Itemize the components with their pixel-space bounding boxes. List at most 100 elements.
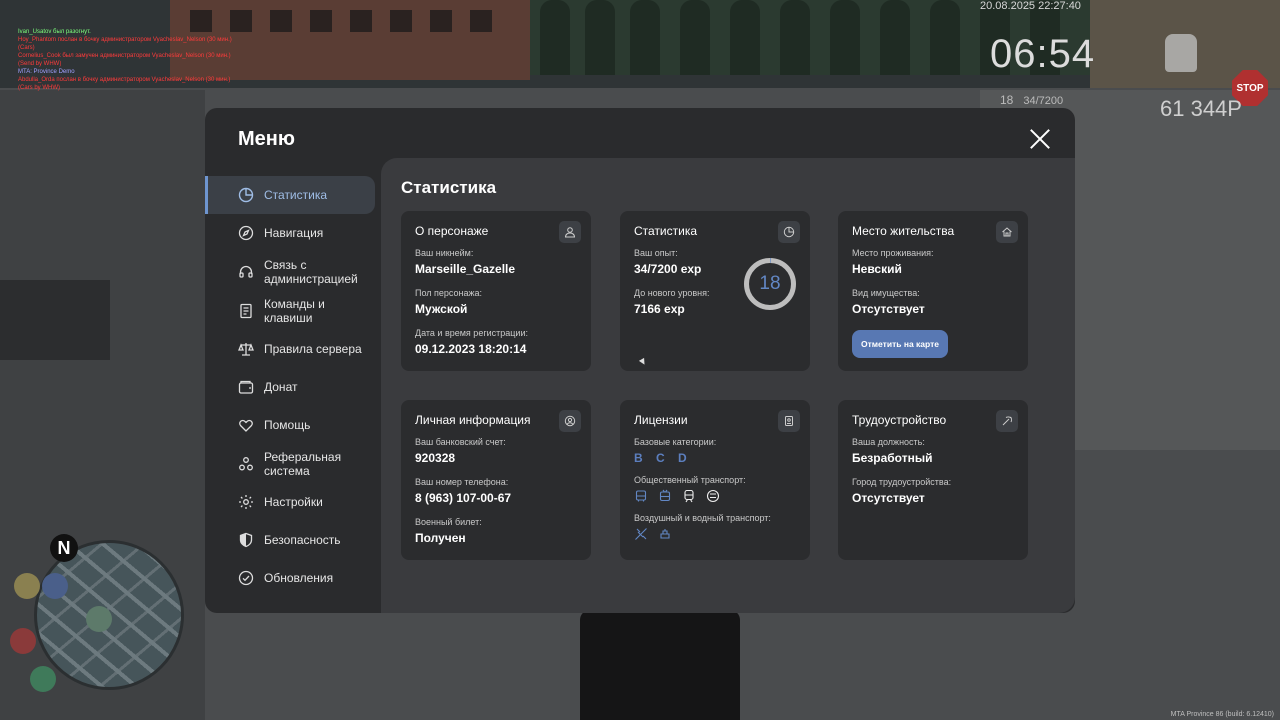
gear-icon [237, 493, 255, 511]
pie-chart-icon [778, 221, 800, 243]
sidebar-item-label: Обновления [264, 571, 334, 585]
share-nodes-icon [237, 455, 255, 473]
phone-value: 8 (963) 107-00-67 [415, 491, 512, 505]
heart-hand-icon [237, 416, 255, 434]
bank-label: Ваш банковский счет: [415, 437, 506, 447]
sidebar-item-label: Связь с администрацией [264, 257, 358, 286]
content-title: Статистика [401, 178, 497, 197]
sidebar-item-commands[interactable]: Команды и клавиши [205, 291, 375, 330]
compass-north-icon: N [50, 534, 78, 562]
property-value: Отсутствует [852, 302, 925, 316]
card-title: О персонаже [415, 224, 489, 238]
bus-icon [635, 490, 647, 502]
house-icon [996, 221, 1018, 243]
residence-value: Невский [852, 262, 902, 276]
air-water-transport-label: Воздушный и водный транспорт: [634, 513, 771, 523]
fist-icon [1165, 34, 1197, 72]
sidebar-item-help[interactable]: Помощь [205, 406, 375, 444]
check-circle-icon [237, 569, 255, 587]
sidebar-item-navigation[interactable]: Навигация [205, 214, 375, 252]
mark-on-map-button[interactable]: Отметить на карте [852, 330, 948, 358]
pickaxe-icon [996, 410, 1018, 432]
bell-icon [42, 573, 68, 599]
hud-exp: 34/7200 [1023, 95, 1064, 107]
chat-line: Abdulla_Orda послан в бочку администрато… [18, 77, 231, 83]
position-value: Безработный [852, 451, 933, 465]
chat-line: MTA: Province Demo [18, 69, 75, 75]
sidebar-item-rules[interactable]: Правила сервера [205, 330, 375, 368]
hud-date: 20.08.2025 22:27:40 [980, 0, 1081, 12]
public-transport-icons [634, 489, 796, 503]
menu-title: Меню [238, 128, 295, 150]
battery-icon [10, 628, 36, 654]
card-statistics: Статистика Ваш опыт: 34/7200 exp До ново… [620, 211, 810, 371]
sidebar-item-admin-contact[interactable]: Связь с администрацией [205, 252, 375, 291]
compass-icon [237, 224, 255, 242]
scales-icon [237, 340, 255, 358]
sidebar-item-updates[interactable]: Обновления [205, 559, 375, 597]
card-character: О персонаже Ваш никнейм: Marseille_Gazel… [401, 211, 591, 371]
hud-money: 61 344P [1160, 96, 1242, 121]
sidebar-item-statistics[interactable]: Статистика [205, 176, 375, 214]
sidebar-item-label: Правила сервера [264, 342, 362, 356]
trolleybus-icon [659, 489, 671, 502]
wallet-icon [237, 378, 255, 396]
card-personal: Личная информация Ваш банковский счет: 9… [401, 400, 591, 560]
military-value: Получен [415, 531, 466, 545]
shield-icon [237, 531, 255, 549]
sidebar-item-settings[interactable]: Настройки [205, 483, 375, 521]
mail-icon [14, 573, 40, 599]
build-version: MTA Province 86 (build: 6.12410) [1170, 711, 1274, 718]
sidebar-item-label: Статистика [264, 188, 328, 202]
level-value: 18 [759, 273, 781, 294]
sidebar-item-referral[interactable]: Реферальная система [205, 444, 375, 483]
air-water-transport-icons [634, 527, 796, 541]
public-transport-label: Общественный транспорт: [634, 475, 746, 485]
chat-line: Ivan_Usatov был разогнут. [18, 29, 91, 35]
residence-label: Место проживания: [852, 248, 934, 258]
chat-line: Cornelius_Cook был замучен администратор… [18, 53, 231, 59]
position-label: Ваша должность: [852, 437, 925, 447]
bank-value: 920328 [415, 451, 456, 465]
sidebar-item-donate[interactable]: Донат [205, 368, 375, 406]
sex-label: Пол персонажа: [415, 288, 483, 298]
base-categories-label: Базовые категории: [634, 437, 717, 447]
card-title: Личная информация [415, 413, 531, 427]
military-label: Военный билет: [415, 517, 482, 527]
hud-time: 06:54 [990, 32, 1096, 76]
user-icon [559, 221, 581, 243]
card-residence: Место жительства Место проживания: Невск… [838, 211, 1028, 371]
ship-icon [660, 529, 670, 539]
level-ring: 18 [743, 257, 797, 311]
nickname-value: Marseille_Gazelle [415, 262, 516, 276]
card-title: Лицензии [634, 413, 688, 427]
airplane-icon [635, 528, 647, 540]
sidebar-item-security[interactable]: Безопасность [205, 521, 375, 559]
chat-line: (Send by WHW) [18, 61, 62, 67]
nickname-label: Ваш никнейм: [415, 248, 474, 258]
property-label: Вид имущества: [852, 288, 920, 298]
license-badge-icon [778, 410, 800, 432]
sidebar-item-label: Безопасность [264, 533, 341, 547]
player-character [580, 610, 740, 720]
tram-icon [706, 489, 720, 503]
card-title: Трудоустройство [852, 413, 947, 427]
chat-line: (Cars by WHW) [18, 85, 60, 91]
card-title: Статистика [634, 224, 698, 238]
card-title: Место жительства [852, 224, 955, 238]
registration-value: 09.12.2023 18:20:14 [415, 342, 527, 356]
close-button[interactable] [1027, 126, 1053, 152]
house-icon [86, 606, 112, 632]
pie-chart-icon [237, 186, 255, 204]
content-panel: Статистика О персонаже Ваш никнейм: Mars… [381, 158, 1075, 613]
job-city-label: Город трудоустройства: [852, 477, 952, 487]
chat-line: Hoy_Phantom послан в бочку администратор… [18, 37, 232, 43]
user-circle-icon [559, 410, 581, 432]
base-categories-value: B C D [634, 451, 692, 465]
card-licenses: Лицензии Базовые категории: B C D Общест… [620, 400, 810, 560]
car-icon [30, 666, 56, 692]
chat-log: Ivan_Usatov был разогнут. Hoy_Phantom пос… [18, 28, 278, 92]
sidebar-item-label: Настройки [264, 495, 323, 509]
document-icon [237, 302, 255, 320]
hud-level-value: 18 [1000, 93, 1014, 107]
